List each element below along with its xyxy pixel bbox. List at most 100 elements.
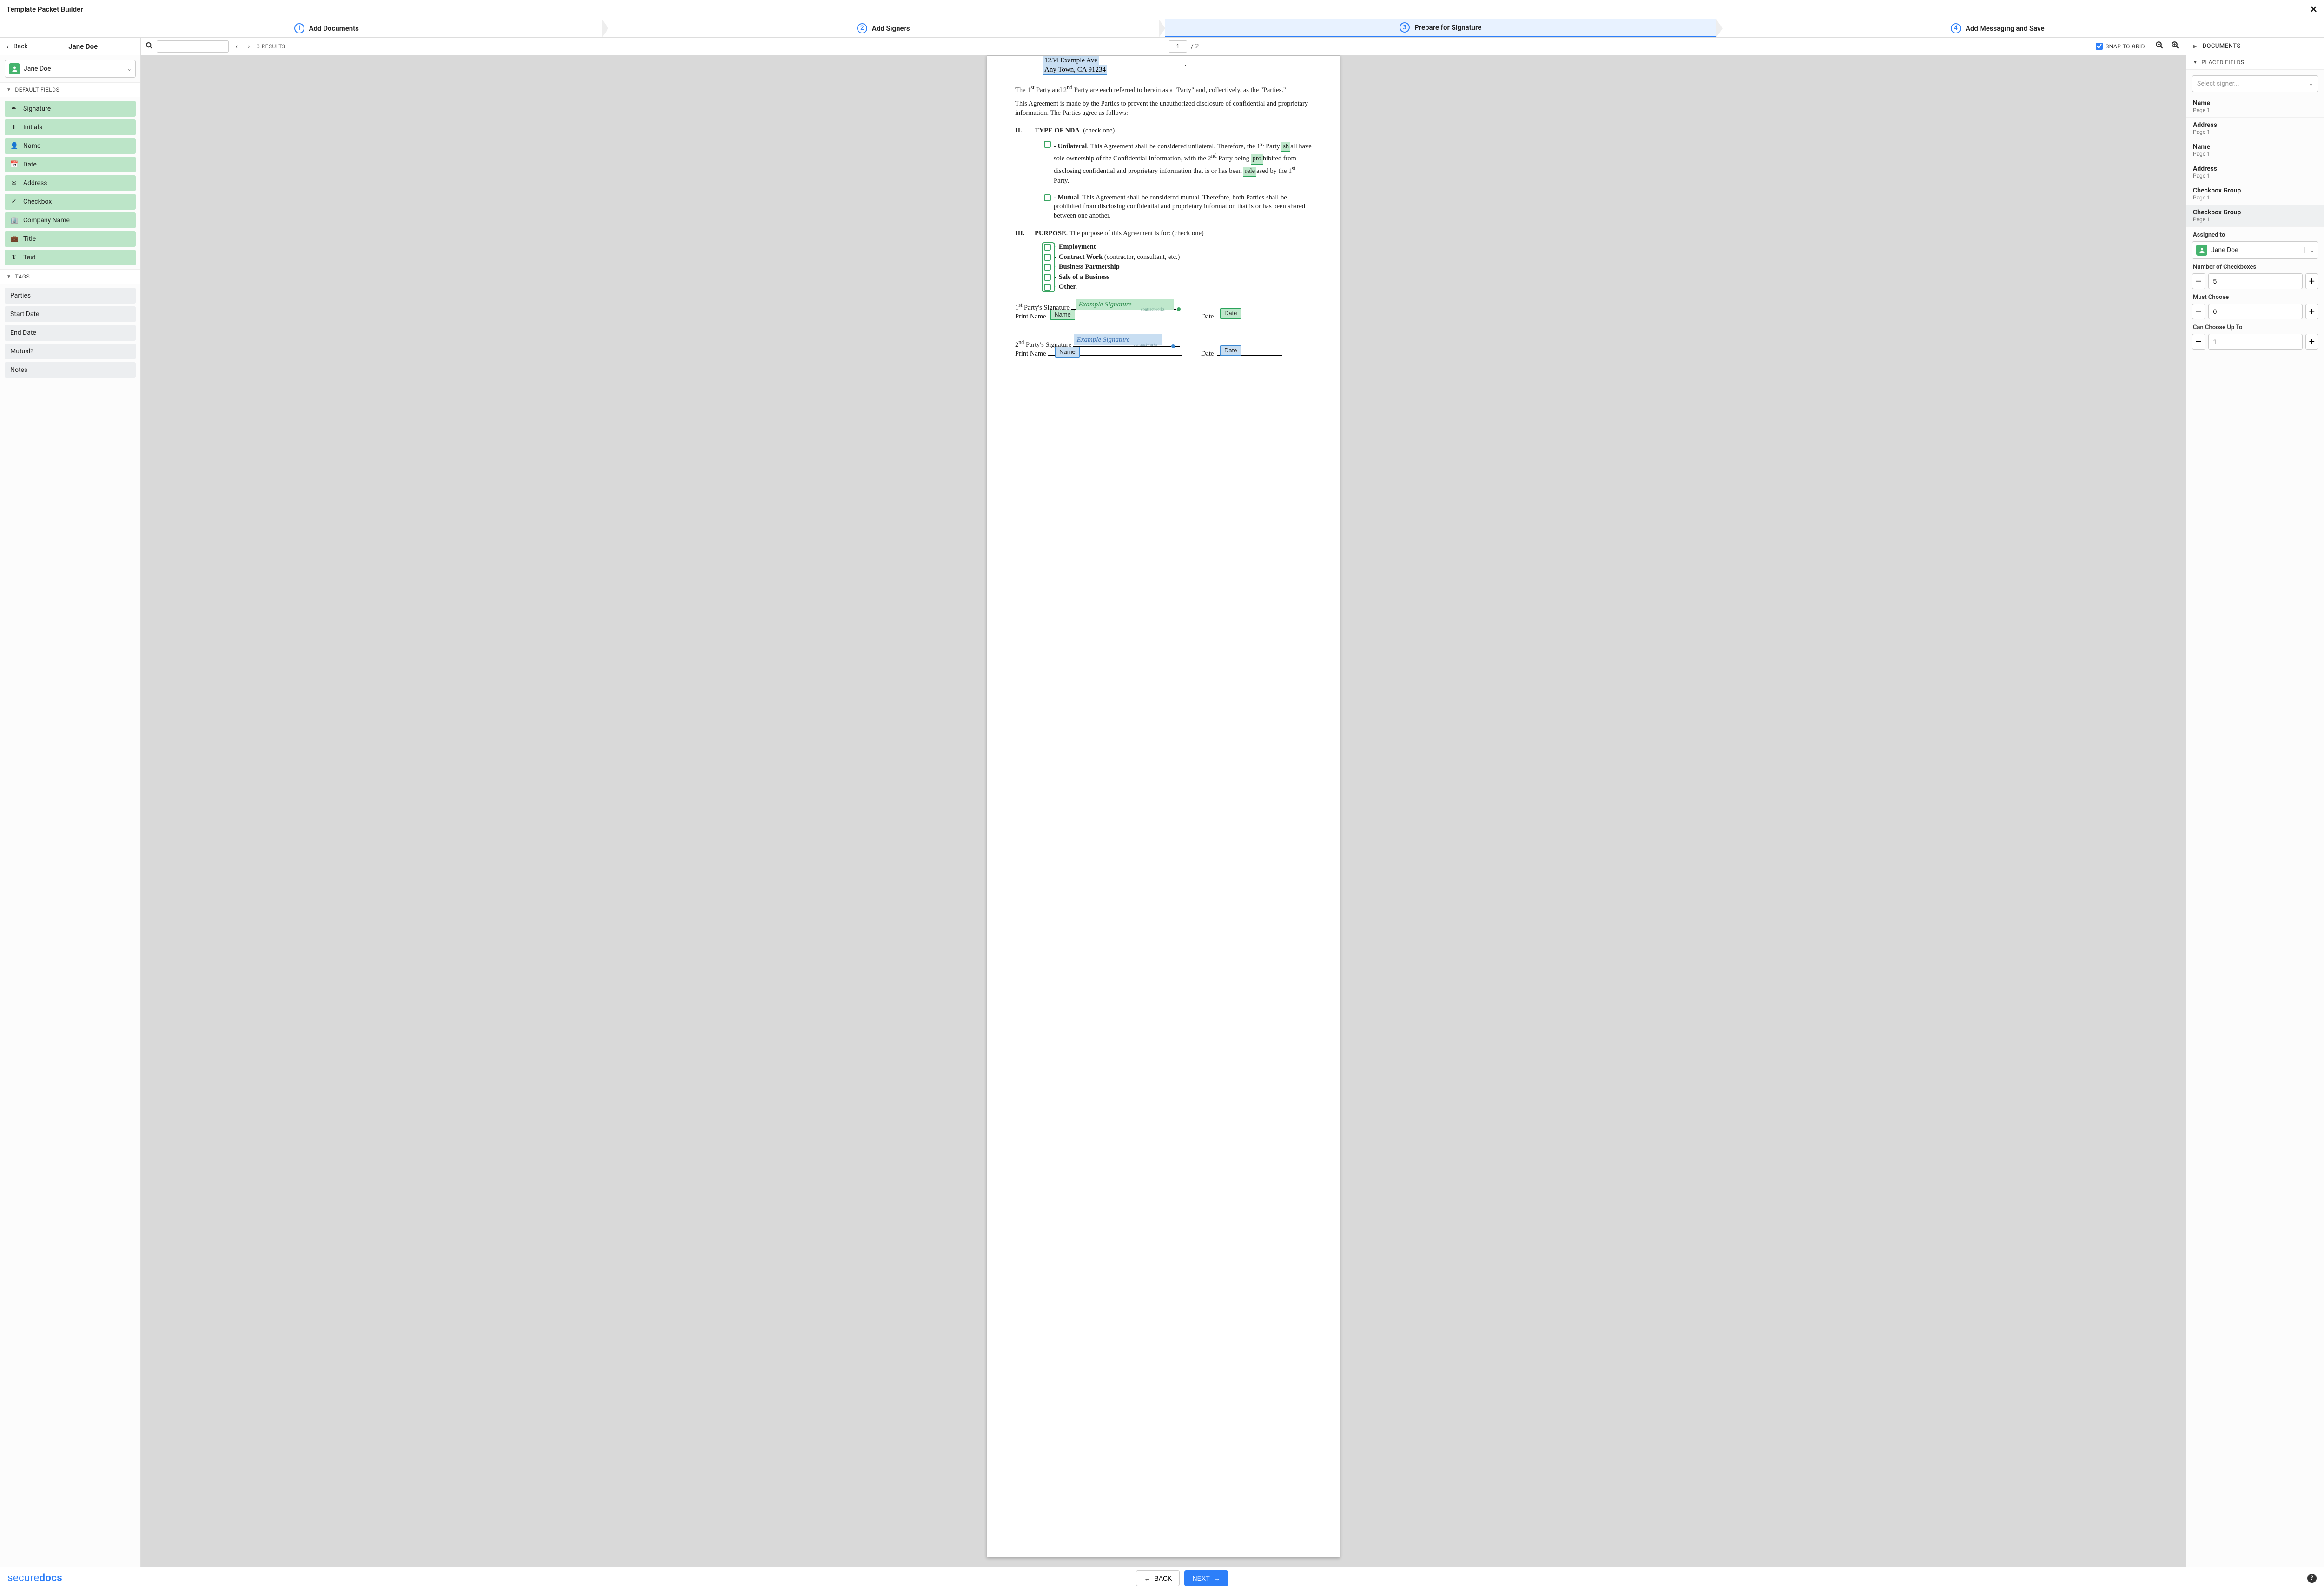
- checkbox-field[interactable]: [1044, 194, 1051, 201]
- default-fields-list: ✒Signature I Initials 👤Name 📅Date ✉ Addres…: [0, 97, 140, 269]
- initials-icon: I: [10, 124, 18, 131]
- can-choose-input[interactable]: [2208, 334, 2303, 350]
- field-label: Date: [23, 161, 37, 168]
- decrement-button[interactable]: −: [2192, 334, 2205, 350]
- step-add-messaging[interactable]: 4 Add Messaging and Save: [1723, 19, 2273, 37]
- field-initials[interactable]: I Initials: [5, 119, 136, 135]
- date-field-party2[interactable]: Date: [1220, 345, 1241, 356]
- step-label: Add Signers: [872, 24, 910, 33]
- building-icon: 🏢: [10, 217, 18, 224]
- zoom-in-icon[interactable]: [2169, 41, 2181, 52]
- field-company[interactable]: 🏢 Company Name: [5, 212, 136, 228]
- page-input[interactable]: [1169, 40, 1187, 53]
- next-button[interactable]: NEXT →: [1184, 1570, 1228, 1586]
- tag-start-date[interactable]: Start Date: [5, 306, 136, 322]
- step-add-signers[interactable]: 2 Add Signers: [608, 19, 1159, 37]
- placed-fields-header[interactable]: ▼ PLACED FIELDS: [2186, 55, 2324, 70]
- document-canvas[interactable]: 1234 Example Ave Any Town, CA 91234 . Th…: [141, 55, 2186, 1567]
- increment-button[interactable]: +: [2305, 304, 2319, 319]
- chevron-down-icon: ⌄: [2304, 80, 2313, 87]
- increment-button[interactable]: +: [2305, 273, 2319, 289]
- documents-label: DOCUMENTS: [2202, 43, 2240, 50]
- close-icon[interactable]: ✕: [2310, 4, 2317, 15]
- document-page[interactable]: 1234 Example Ave Any Town, CA 91234 . Th…: [987, 55, 1340, 1557]
- checkbox-field[interactable]: [1044, 141, 1051, 148]
- main-area: Jane Doe ⌄ ▼ DEFAULT FIELDS ✒Signature I…: [0, 55, 2324, 1567]
- envelope-icon: ✉: [10, 179, 18, 187]
- placed-field-page: Page 1: [2193, 172, 2317, 179]
- tags-header[interactable]: ▼ TAGS: [0, 269, 140, 284]
- left-panel: Jane Doe ⌄ ▼ DEFAULT FIELDS ✒Signature I…: [0, 55, 141, 1567]
- check-icon: ✓: [10, 198, 18, 205]
- placed-field-item[interactable]: AddressPage 1: [2186, 118, 2324, 139]
- purpose-option: - Business Partnership: [1035, 263, 1312, 272]
- field-label: Address: [23, 179, 47, 187]
- field-label: Company Name: [23, 217, 70, 224]
- decrement-button[interactable]: −: [2192, 304, 2205, 319]
- prev-result-icon[interactable]: ‹: [232, 42, 241, 51]
- tag-parties[interactable]: Parties: [5, 288, 136, 304]
- step-number-icon: 2: [857, 23, 867, 33]
- placed-address-line2[interactable]: Any Town, CA 91234: [1043, 65, 1107, 75]
- must-choose-input[interactable]: [2208, 304, 2303, 319]
- tags-label: TAGS: [15, 273, 30, 280]
- option-body: This Agreement shall be considered mutua…: [1054, 194, 1305, 219]
- field-checkbox[interactable]: ✓Checkbox: [5, 194, 136, 210]
- select-signer-dropdown[interactable]: Select signer... ⌄: [2192, 75, 2318, 92]
- next-result-icon[interactable]: ›: [244, 42, 253, 51]
- number-checkboxes-input[interactable]: [2208, 273, 2303, 289]
- assigned-to-select[interactable]: Jane Doe ⌄: [2192, 241, 2318, 259]
- decrement-button[interactable]: −: [2192, 273, 2205, 289]
- increment-button[interactable]: +: [2305, 334, 2319, 350]
- chevron-left-icon[interactable]: ‹: [7, 42, 9, 51]
- play-icon: ▶: [2193, 43, 2197, 49]
- toolbar-right[interactable]: ▶ DOCUMENTS: [2186, 38, 2324, 55]
- field-title[interactable]: 💼 Title: [5, 231, 136, 247]
- field-text[interactable]: TText: [5, 250, 136, 265]
- checkbox-group-border[interactable]: [1042, 242, 1055, 292]
- search-input[interactable]: [157, 40, 229, 53]
- placed-field-item-selected[interactable]: Checkbox GroupPage 1: [2186, 205, 2324, 227]
- purpose-option: - Other.: [1035, 283, 1312, 292]
- connector-dot-icon[interactable]: [1176, 307, 1181, 311]
- back-label[interactable]: Back: [13, 43, 28, 50]
- tag-mutual[interactable]: Mutual?: [5, 344, 136, 359]
- step-add-documents[interactable]: 1 Add Documents: [51, 19, 602, 37]
- field-label: Title: [23, 235, 36, 243]
- default-fields-header[interactable]: ▼ DEFAULT FIELDS: [0, 82, 140, 97]
- field-address[interactable]: ✉ Address: [5, 175, 136, 191]
- tag-notes[interactable]: Notes: [5, 362, 136, 378]
- name-field-party1[interactable]: Name: [1050, 310, 1075, 320]
- field-label: Initials: [23, 124, 42, 131]
- snap-to-grid-checkbox[interactable]: [2096, 43, 2103, 50]
- field-name[interactable]: 👤Name: [5, 138, 136, 154]
- connector-dot-icon[interactable]: [1171, 344, 1175, 349]
- next-button-label: NEXT: [1192, 1575, 1209, 1582]
- step-prepare-signature[interactable]: 3 Prepare for Signature: [1165, 19, 1716, 37]
- placed-field-item[interactable]: AddressPage 1: [2186, 161, 2324, 183]
- field-signature[interactable]: ✒Signature: [5, 101, 136, 117]
- placed-field-title: Address: [2193, 121, 2317, 129]
- zoom-out-icon[interactable]: [2153, 41, 2166, 52]
- placed-field-item[interactable]: Checkbox GroupPage 1: [2186, 183, 2324, 205]
- date-label: Date: [1201, 350, 1214, 358]
- field-label: Text: [23, 254, 36, 261]
- step-tabs: 1 Add Documents 2 Add Signers 3 Prepare …: [0, 19, 2324, 38]
- date-field-party1[interactable]: Date: [1220, 308, 1241, 319]
- back-button[interactable]: ← BACK: [1136, 1570, 1180, 1586]
- name-field-party2[interactable]: Name: [1055, 347, 1080, 358]
- signer-select[interactable]: Jane Doe ⌄: [5, 60, 136, 78]
- placed-field-item[interactable]: NamePage 1: [2186, 139, 2324, 161]
- help-icon[interactable]: ?: [2307, 1574, 2317, 1583]
- section-title: PURPOSE: [1035, 230, 1066, 237]
- placed-field-item[interactable]: NamePage 1: [2186, 96, 2324, 118]
- search-icon[interactable]: [145, 42, 153, 51]
- briefcase-icon: 💼: [10, 235, 18, 243]
- field-date[interactable]: 📅Date: [5, 157, 136, 172]
- must-choose-label: Must Choose: [2186, 289, 2324, 304]
- select-signer-placeholder: Select signer...: [2197, 80, 2304, 87]
- placed-address-line1[interactable]: 1234 Example Ave: [1043, 56, 1099, 66]
- tag-end-date[interactable]: End Date: [5, 325, 136, 341]
- section-purpose: III. PURPOSE. The purpose of this Agreem…: [1015, 229, 1312, 292]
- collapse-icon: ▼: [7, 87, 11, 93]
